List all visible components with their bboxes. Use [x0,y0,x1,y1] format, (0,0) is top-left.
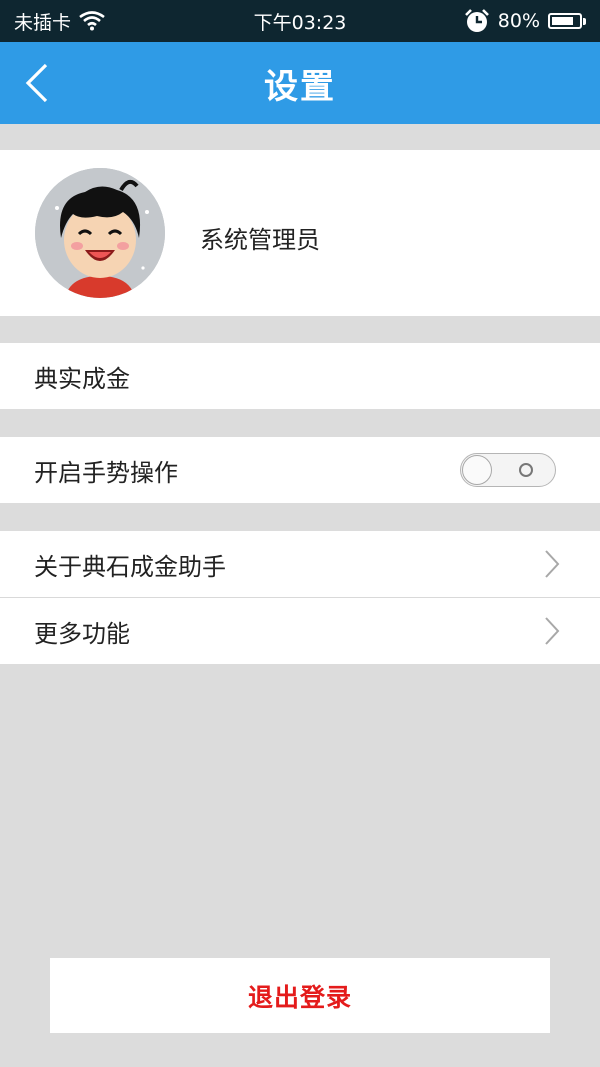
alarm-icon [464,9,489,32]
avatar[interactable] [35,168,165,298]
chevron-right-icon [545,617,560,645]
profile-name: 系统管理员 [200,226,320,254]
profile-card[interactable]: 系统管理员 [0,150,600,316]
carrier-text: 未插卡 [14,11,72,34]
battery-icon [548,13,586,29]
nav-bar: 设置 [0,42,600,124]
row-pawn-label: 典实成金 [34,364,130,393]
status-right: 80% [464,8,586,34]
row-pawn[interactable]: 典实成金 [0,343,600,409]
status-left: 未插卡 [14,8,105,35]
gesture-toggle[interactable] [460,453,556,487]
toggle-off-indicator-icon [519,463,533,477]
back-arrow-icon[interactable] [22,62,52,104]
row-gesture: 开启手势操作 [0,437,600,503]
row-about-label: 关于典石成金助手 [34,552,226,581]
toggle-knob [462,455,492,485]
battery-fill [552,17,573,25]
chevron-right-icon [545,550,560,578]
status-bar: 未插卡 下午03:23 80% [0,0,600,42]
row-more-label: 更多功能 [34,619,130,648]
avatar-cartoon-icon [35,168,165,298]
wifi-icon [79,11,105,31]
row-more[interactable]: 更多功能 [0,598,600,664]
row-about[interactable]: 关于典石成金助手 [0,531,600,597]
logout-button[interactable]: 退出登录 [50,958,550,1033]
battery-text: 80% [497,10,540,32]
row-gesture-label: 开启手势操作 [34,458,178,487]
page-title: 设置 [264,66,336,107]
